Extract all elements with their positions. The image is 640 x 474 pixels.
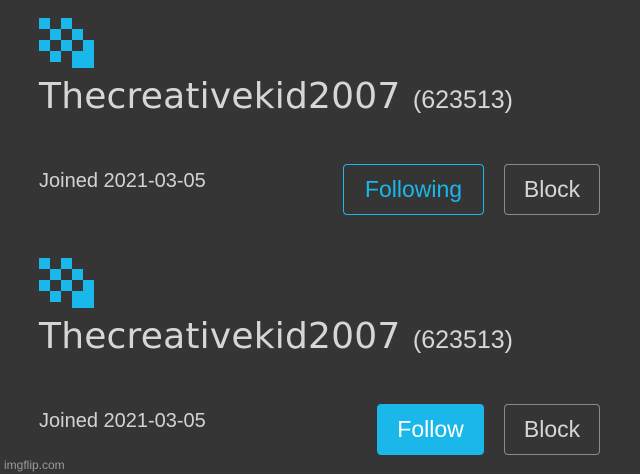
name-row: Thecreativekid2007 (623513)	[39, 76, 513, 117]
avatar[interactable]	[39, 18, 95, 68]
avatar[interactable]	[39, 258, 95, 308]
joined-date: Joined 2021-03-05	[39, 170, 206, 192]
pixel-avatar-icon	[39, 258, 94, 308]
joined-date: Joined 2021-03-05	[39, 410, 206, 432]
follow-button[interactable]: Follow	[377, 404, 484, 455]
block-button[interactable]: Block	[504, 404, 600, 455]
user-card: Thecreativekid2007 (623513) Joined 2021-…	[0, 0, 640, 230]
pixel-avatar-icon	[39, 18, 94, 68]
watermark: imgflip.com	[4, 458, 65, 472]
name-row: Thecreativekid2007 (623513)	[39, 316, 513, 357]
following-button[interactable]: Following	[343, 164, 484, 215]
block-button[interactable]: Block	[504, 164, 600, 215]
user-id: (623513)	[412, 326, 513, 354]
user-card: Thecreativekid2007 (623513) Joined 2021-…	[0, 240, 640, 470]
username[interactable]: Thecreativekid2007	[39, 316, 400, 357]
user-id: (623513)	[412, 86, 513, 114]
username[interactable]: Thecreativekid2007	[39, 76, 400, 117]
